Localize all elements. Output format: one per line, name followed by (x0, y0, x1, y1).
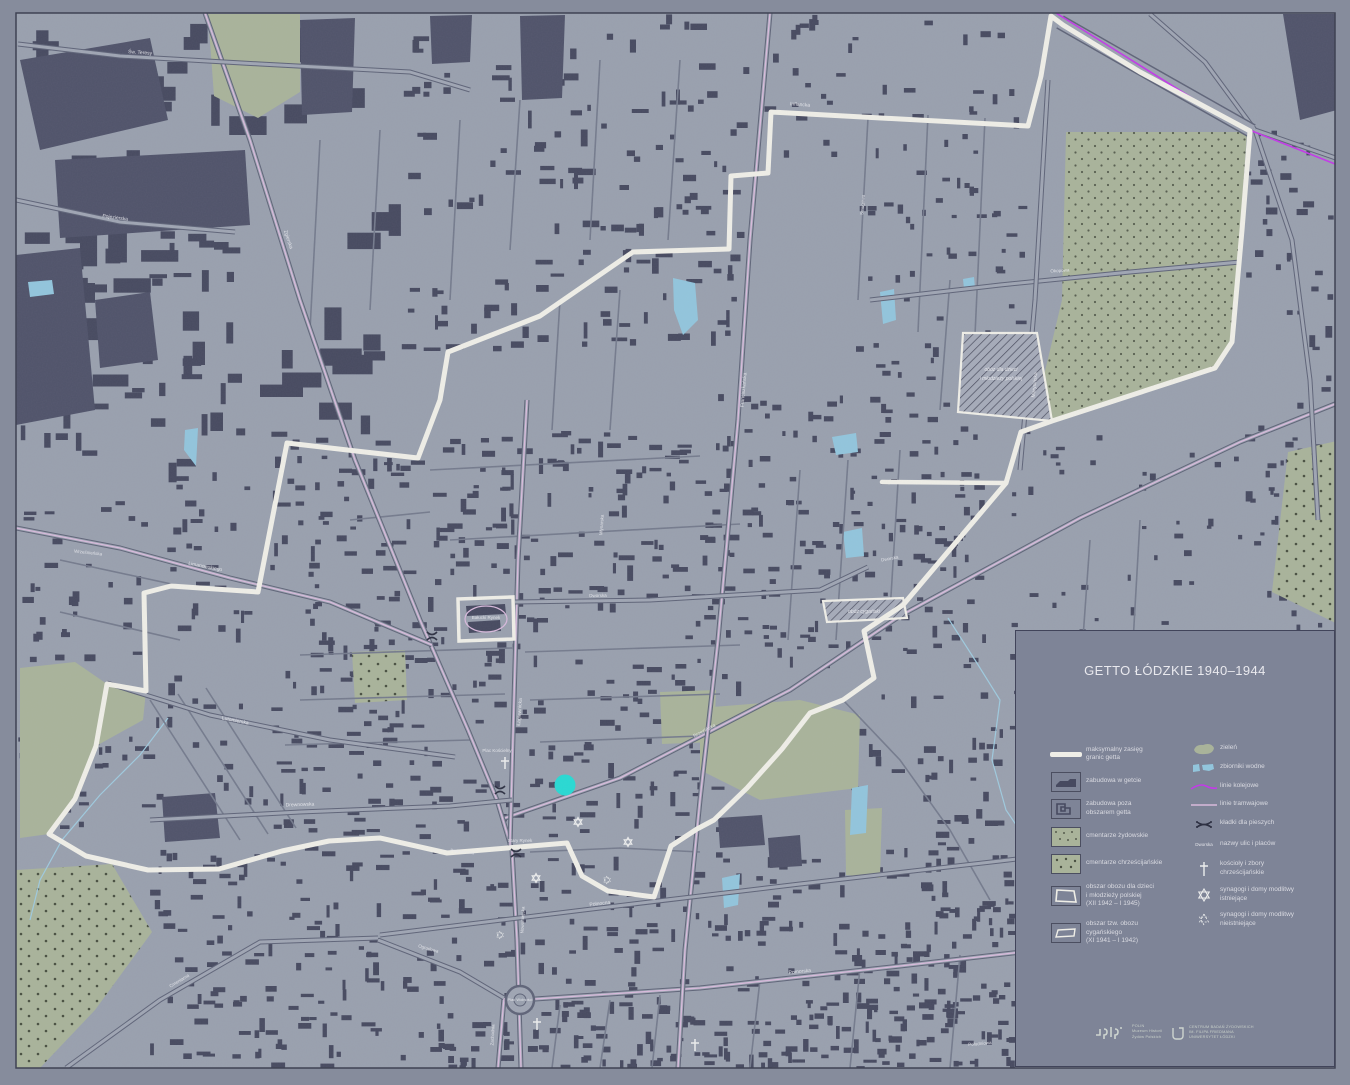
legend-item-cem-jewish: cmentarze żydowskie (1046, 823, 1191, 850)
legend-item-label: zieleń (1220, 744, 1237, 752)
polin-logo-text: POLIN Muzeum Historii Żydów Polskich (1132, 1024, 1163, 1039)
legend-item-built-out: zabudowa poza obszarem getta (1046, 794, 1191, 823)
cbz-logo-icon (1172, 1026, 1184, 1040)
built-out-icon (1046, 798, 1086, 819)
star-gone-icon (1188, 913, 1220, 926)
legend-column-left: maksymalny zasięg granic getta zabudowa w… (1046, 739, 1191, 951)
industrial-block (768, 835, 802, 868)
legend-item-label: cmentarze chrześcijańskie (1086, 859, 1163, 867)
legend-panel: GETTO ŁÓDZKIE 1940–1944 maksymalny zasię… (1015, 630, 1335, 1067)
green-icon (1188, 742, 1220, 756)
camp-label: i młodzieży polskiej (980, 376, 1024, 382)
cemetery-dots (352, 650, 407, 703)
boundary-line-icon (1046, 751, 1086, 757)
street-name-icon: Dworska (1195, 842, 1213, 847)
legend-item-label: synagogi i domy modlitwy nieistniejące (1220, 911, 1295, 927)
legend-item-cross: kościoły i zbory chrześcijańskie (1188, 855, 1330, 882)
bridge-icon (1188, 817, 1220, 831)
legend-item-label: cmentarze żydowskie (1086, 832, 1149, 840)
legend-item-label: kładki dla pieszych (1220, 819, 1275, 827)
rail-icon (1188, 782, 1220, 792)
water-body (850, 785, 868, 835)
highlight-marker[interactable] (554, 774, 576, 796)
water-body (843, 528, 864, 558)
tram-icon (1188, 802, 1220, 808)
water-body (28, 280, 54, 297)
map-viewer: Św. Teresy Pojezierska Zgierska Limanowskie… (0, 0, 1350, 1085)
logo-row: POLIN Muzeum Historii Żydów Polskich CEN… (1016, 1024, 1334, 1050)
industrial-block (718, 815, 765, 848)
legend-item-star-gone: synagogi i domy modlitwy nieistniejące (1188, 907, 1330, 932)
cbz-logo: CENTRUM BADAŃ ŻYDOWSKICH IM. FILIPA FRIE… (1171, 1025, 1254, 1040)
camp-children-icon (1046, 886, 1086, 906)
legend-item-label: maksymalny zasięg granic getta (1086, 745, 1143, 761)
legend-item-star: synagogi i domy modlitwy istniejące (1188, 882, 1330, 907)
legend-item-street-name: Dworska nazwy ulic i placów (1188, 834, 1330, 855)
legend-item-bridge: kładki dla pieszych (1188, 813, 1330, 834)
legend-item-cem-christian: cmentarze chrześcijańskie (1046, 850, 1191, 877)
street-label: Plac Kościelny (482, 748, 512, 753)
star-icon (1188, 887, 1220, 902)
camp-label: obóz cygański (848, 609, 881, 615)
legend-item-green: zieleń (1188, 739, 1330, 758)
legend-item-label: linie tramwajowe (1220, 800, 1269, 808)
legend-item-camp-gypsy: obszar tzw. obozu cygańskiego (XI 1941 –… (1046, 915, 1191, 951)
page-title: GETTO ŁÓDZKIE 1940–1944 (1084, 663, 1266, 678)
legend-item-label: zabudowa poza obszarem getta (1086, 800, 1132, 816)
camp-label: obóz dla dzieci (984, 367, 1018, 373)
legend-column-right: zieleń zbiorniki wodne linie kolejowe linie… (1188, 739, 1330, 932)
cem-christian-icon (1046, 853, 1086, 874)
legend-item-boundary-line: maksymalny zasięg granic getta (1046, 739, 1191, 769)
cross-icon (1188, 861, 1220, 877)
legend-item-label: linie kolejowe (1220, 782, 1259, 790)
legend-item-label: zbiorniki wodne (1220, 763, 1265, 771)
industrial-block (430, 15, 472, 64)
legend-item-tram: linie tramwajowe (1188, 796, 1330, 813)
industrial-block (520, 15, 565, 100)
cbz-logo-text: CENTRUM BADAŃ ŻYDOWSKICH IM. FILIPA FRIE… (1189, 1025, 1254, 1040)
street-label: Drewnowska (286, 801, 315, 808)
water-icon (1188, 762, 1220, 774)
ghetto-boundary-spur (879, 479, 1009, 486)
built-in-icon (1046, 771, 1086, 792)
street-label: Plac Wolności (507, 997, 532, 1002)
legend-item-built-in: zabudowa w getcie (1046, 769, 1191, 794)
legend-item-label: kościoły i zbory chrześcijańskie (1220, 860, 1265, 876)
legend-item-label: nazwy ulic i placów (1220, 840, 1276, 848)
legend-item-water: zbiorniki wodne (1188, 758, 1330, 777)
polin-logo-icon (1096, 1027, 1122, 1039)
street-label: Stary Rynek (508, 838, 533, 843)
cem-jewish-icon (1046, 826, 1086, 847)
legend-item-label: synagogi i domy modlitwy istniejące (1220, 886, 1295, 902)
street-label: Bałucki Rynek (472, 615, 501, 620)
legend-item-label: obszar tzw. obozu cygańskiego (XI 1941 –… (1086, 920, 1139, 945)
legend-item-camp-children: obszar obozu dla dzieci i młodzieży pols… (1046, 877, 1191, 915)
legend-item-rail: linie kolejowe (1188, 777, 1330, 796)
legend-item-label: obszar obozu dla dzieci i młodzieży pols… (1086, 883, 1154, 908)
industrial-block (95, 292, 158, 368)
legend-item-label: zabudowa w getcie (1086, 777, 1142, 785)
camp-gypsy-icon (1046, 923, 1086, 943)
street-label: Nowomiejska (520, 906, 526, 933)
street-label: Dworska (589, 593, 607, 598)
polin-logo: POLIN Muzeum Historii Żydów Polskich (1094, 1024, 1162, 1040)
